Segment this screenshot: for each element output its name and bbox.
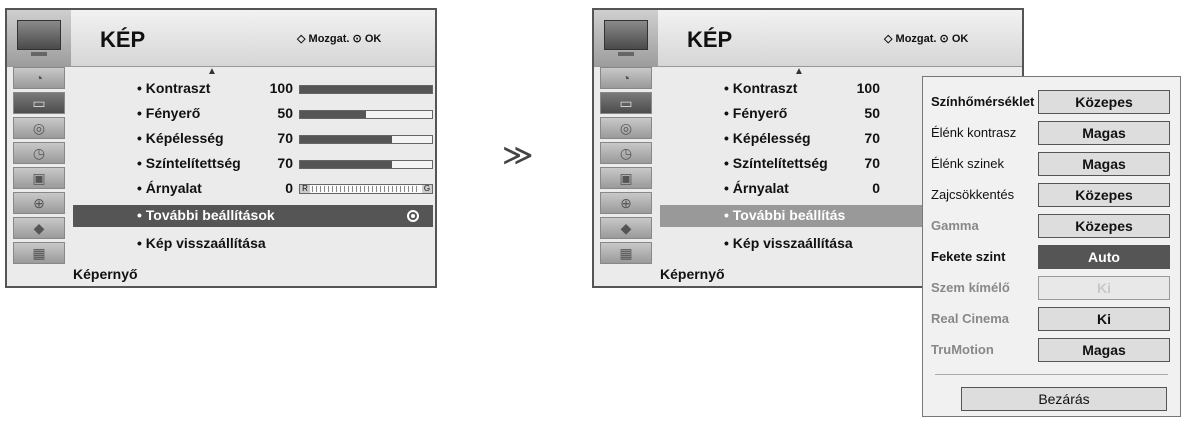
menu-title: KÉP xyxy=(100,27,146,52)
nav-hint: ◇ Mozgat. ⊙ OK xyxy=(297,33,382,45)
setting-value[interactable]: Közepes xyxy=(1038,183,1170,207)
menu-item-sharpness[interactable]: • Képélesség 70 xyxy=(724,130,880,146)
setting-value[interactable]: Magas xyxy=(1038,152,1170,176)
setting-value[interactable]: Ki xyxy=(1038,307,1170,331)
menu-item-brightness[interactable]: • Fényerő 50 xyxy=(724,105,880,121)
tint-slider: RG xyxy=(299,184,433,194)
ok-button-icon: ⊙ xyxy=(939,33,949,45)
options-icon[interactable]: ▣ xyxy=(13,167,65,189)
category-sidebar: ◔ ▭ ◎ ◷ ▣ ⊕ ◆ ▦ xyxy=(7,67,71,267)
options-icon[interactable]: ▣ xyxy=(600,167,652,189)
screen-icon[interactable]: ▦ xyxy=(13,242,65,264)
menu-header: KÉP ◇ Mozgat. ⊙ OK xyxy=(594,10,1022,67)
setting-row-real-cinema[interactable]: Real Cinema Ki xyxy=(931,307,1170,333)
select-radio-icon xyxy=(407,210,419,222)
brightness-bar xyxy=(299,110,433,119)
picture-icon[interactable]: ▭ xyxy=(600,92,652,114)
setting-row-eye-care: Szem kímélő Ki xyxy=(931,276,1170,302)
close-button[interactable]: Bezárás xyxy=(961,387,1167,411)
menu-item-tint[interactable]: • Árnyalat 0 xyxy=(724,180,880,196)
scroll-up-icon[interactable]: ▲ xyxy=(794,66,804,77)
menu-header: KÉP ◇ Mozgat. ⊙ OK xyxy=(7,10,435,67)
setting-value[interactable]: Magas xyxy=(1038,121,1170,145)
ok-button-icon: ⊙ xyxy=(352,33,362,45)
setting-row-dynamic-contrast[interactable]: Élénk kontrasz Magas xyxy=(931,121,1170,147)
menu-footer: Képernyő xyxy=(660,266,725,282)
next-step-arrow-icon: ≫ xyxy=(502,139,534,172)
clock-icon[interactable]: ◷ xyxy=(13,142,65,164)
menu-item-brightness[interactable]: • Fényerő 50 xyxy=(137,105,293,121)
setting-row-color-temperature[interactable]: Színhőmérséklet Közepes xyxy=(931,90,1170,116)
setting-value[interactable]: Közepes xyxy=(1038,90,1170,114)
screen-icon[interactable]: ▦ xyxy=(600,242,652,264)
menu-item-contrast[interactable]: • Kontraszt 100 xyxy=(137,80,293,96)
menu-item-color[interactable]: • Színtelítettség 70 xyxy=(137,155,293,171)
menu-item-advanced-selected[interactable]: • További beállítások xyxy=(73,205,433,227)
clock-icon[interactable]: ◷ xyxy=(600,142,652,164)
speaker-icon[interactable]: ◎ xyxy=(13,117,65,139)
setting-value-disabled: Ki xyxy=(1038,276,1170,300)
move-arrows-icon: ◇ xyxy=(297,33,306,45)
advanced-label: • További beállítások xyxy=(137,207,275,223)
menu-item-reset[interactable]: • Kép visszaállítása xyxy=(137,235,266,251)
setting-row-trumotion[interactable]: TruMotion Magas xyxy=(931,338,1170,364)
menu-item-reset[interactable]: • Kép visszaállítása xyxy=(724,235,853,251)
advanced-settings-panel: Színhőmérséklet Közepes Élénk kontrasz M… xyxy=(922,76,1181,417)
setting-row-dynamic-color[interactable]: Élénk szinek Magas xyxy=(931,152,1170,178)
move-arrows-icon: ◇ xyxy=(884,33,893,45)
advanced-label: • További beállítás xyxy=(724,207,846,223)
satellite-icon[interactable]: ◔ xyxy=(13,67,65,89)
speaker-icon[interactable]: ◎ xyxy=(600,117,652,139)
lock-icon[interactable]: ⊕ xyxy=(600,192,652,214)
setting-row-black-level[interactable]: Fekete szint Auto xyxy=(931,245,1170,271)
setting-row-gamma[interactable]: Gamma Közepes xyxy=(931,214,1170,240)
menu-item-sharpness[interactable]: • Képélesség 70 xyxy=(137,130,293,146)
tv-icon xyxy=(594,10,658,66)
category-sidebar: ◔ ▭ ◎ ◷ ▣ ⊕ ◆ ▦ xyxy=(594,67,658,267)
sharpness-bar xyxy=(299,135,433,144)
setting-value-selected[interactable]: Auto xyxy=(1038,245,1170,269)
picture-menu-left: KÉP ◇ Mozgat. ⊙ OK ◔ ▭ ◎ ◷ ▣ ⊕ ◆ ▦ ▲ • K… xyxy=(5,8,437,288)
picture-icon[interactable]: ▭ xyxy=(13,92,65,114)
menu-item-tint[interactable]: • Árnyalat 0 xyxy=(137,180,293,196)
menu-title: KÉP xyxy=(687,27,733,52)
menu-item-color[interactable]: • Színtelítettség 70 xyxy=(724,155,880,171)
contrast-bar xyxy=(299,85,433,94)
input-icon[interactable]: ◆ xyxy=(13,217,65,239)
setting-row-noise-reduction[interactable]: Zajcsökkentés Közepes xyxy=(931,183,1170,209)
nav-hint: ◇ Mozgat. ⊙ OK xyxy=(884,33,969,45)
lock-icon[interactable]: ⊕ xyxy=(13,192,65,214)
scroll-up-icon[interactable]: ▲ xyxy=(207,66,217,77)
input-icon[interactable]: ◆ xyxy=(600,217,652,239)
menu-footer: Képernyő xyxy=(73,266,138,282)
tv-icon xyxy=(7,10,71,66)
satellite-icon[interactable]: ◔ xyxy=(600,67,652,89)
divider xyxy=(935,374,1168,375)
setting-value[interactable]: Magas xyxy=(1038,338,1170,362)
setting-value[interactable]: Közepes xyxy=(1038,214,1170,238)
color-bar xyxy=(299,160,433,169)
menu-item-contrast[interactable]: • Kontraszt 100 xyxy=(724,80,880,96)
